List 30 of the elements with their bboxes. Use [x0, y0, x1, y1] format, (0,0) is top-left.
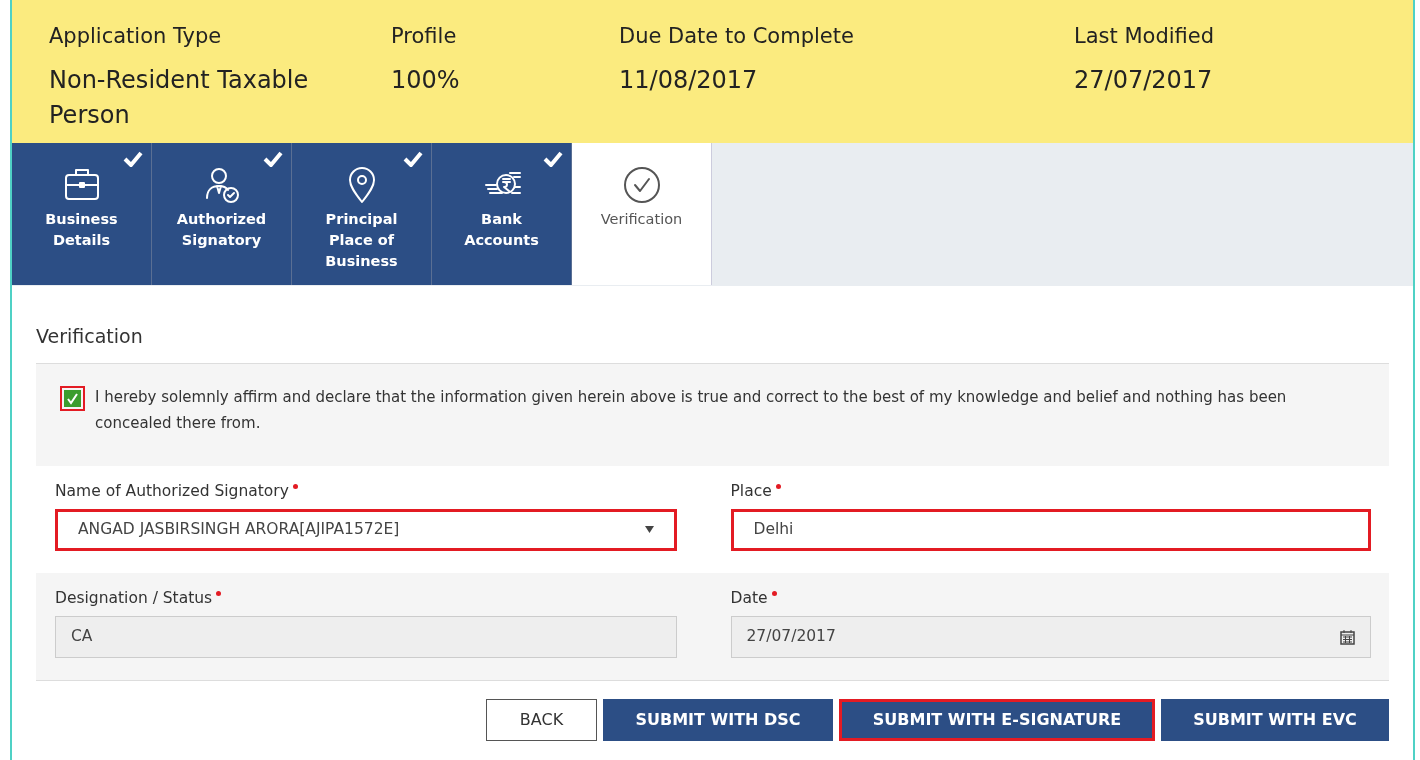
- verify-icon: [621, 165, 662, 205]
- field-label: Place: [730, 479, 1371, 503]
- check-icon: [66, 391, 79, 405]
- summary-value: 27/07/2017: [1074, 65, 1214, 96]
- caret-icon: [644, 526, 654, 534]
- step-tab[interactable]: Verification: [572, 143, 712, 285]
- summary-value: 11/08/2017: [619, 65, 759, 96]
- section-title: Verification: [36, 322, 1389, 364]
- submit-button[interactable]: SUBMIT WITH E-SIGNATURE: [839, 699, 1155, 741]
- summary-value: Non-Resident Taxable Person: [49, 65, 310, 131]
- input-field[interactable]: Delhi: [730, 508, 1371, 551]
- dropdown[interactable]: ANGAD JASBIRSINGH ARORA[AJIPA1572E]: [55, 508, 677, 551]
- calendar-icon: [1340, 629, 1355, 645]
- step-tab[interactable]: Principal Place of Business: [292, 143, 432, 285]
- summary-label: Due Date to Complete: [619, 23, 855, 50]
- summary-value: 100%: [391, 65, 461, 96]
- step-tab[interactable]: Bank Accounts: [432, 143, 572, 285]
- submit-button[interactable]: SUBMIT WITH EVC: [1161, 699, 1389, 741]
- field-label: Designation / Status: [55, 586, 677, 610]
- summary-label: Last Modified: [1074, 23, 1216, 50]
- declaration-text: I hereby solemnly affirm and declare that the information given herein above is true and correct to the best of my knowledge and belief and nothing has been concealed there from.: [95, 386, 1288, 434]
- step-tab[interactable]: Business Details: [12, 143, 152, 285]
- field-label: Name of Authorized Signatory: [55, 479, 677, 503]
- checkbox[interactable]: [60, 385, 85, 411]
- field-label: Date: [730, 586, 1371, 610]
- back-button[interactable]: BACK: [486, 699, 597, 741]
- submit-button[interactable]: SUBMIT WITH DSC: [603, 699, 833, 741]
- step-tab[interactable]: Authorized Signatory: [152, 143, 292, 285]
- summary-label: Application Type: [49, 23, 223, 50]
- summary-label: Profile: [391, 23, 458, 50]
